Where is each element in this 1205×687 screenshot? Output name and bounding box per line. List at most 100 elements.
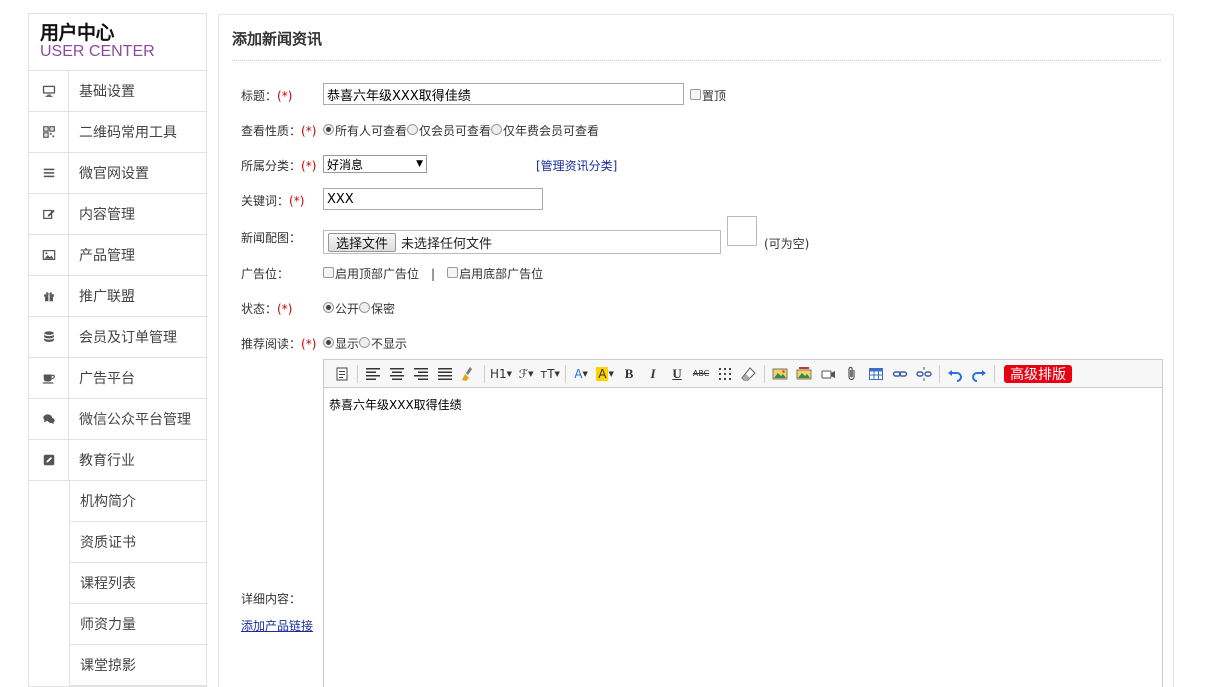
recommend-radio-group: 显示 不显示 bbox=[323, 335, 407, 352]
gift-icon bbox=[29, 276, 69, 316]
recommend-radio-hide[interactable] bbox=[359, 337, 371, 348]
choose-file-button[interactable]: 选择文件 bbox=[328, 232, 397, 252]
toolbar-separator bbox=[484, 364, 485, 383]
align-right-icon[interactable] bbox=[411, 364, 431, 384]
sidebar: 用户中心 USER CENTER 基础设置 二维码常用工具 微官网设置 内容管理… bbox=[28, 13, 207, 687]
submenu-item-course-list[interactable]: 课程列表 bbox=[70, 563, 206, 604]
visibility-radio-group: 所有人可查看 仅会员可查看 仅年费会员可查看 bbox=[323, 122, 599, 139]
status-option-label: 保密 bbox=[371, 302, 396, 316]
sidebar-item-content-manage[interactable]: 内容管理 bbox=[29, 194, 206, 235]
redo-icon[interactable] bbox=[969, 364, 989, 384]
visibility-radio-all[interactable] bbox=[323, 124, 334, 135]
insert-video-icon[interactable] bbox=[818, 364, 838, 384]
align-left-icon[interactable] bbox=[363, 364, 383, 384]
dropdown-arrow-icon: ▼ bbox=[528, 369, 534, 378]
image-label-wrap: 新闻配图： bbox=[241, 229, 301, 246]
insert-image-icon[interactable] bbox=[770, 364, 790, 384]
category-select[interactable]: 好消息 ▼ bbox=[323, 155, 427, 173]
insert-table-icon[interactable] bbox=[866, 364, 886, 384]
visibility-radio-annual[interactable] bbox=[491, 124, 503, 135]
attachment-icon[interactable] bbox=[842, 364, 862, 384]
main-panel: 添加新闻资讯 标题：(*) 恭喜六年级XXX取得佳绩 置顶 查看性质：(*) 所… bbox=[218, 14, 1174, 687]
eraser-icon[interactable] bbox=[739, 364, 759, 384]
pencil-square-icon bbox=[29, 440, 69, 480]
sidebar-item-label: 微官网设置 bbox=[79, 166, 149, 182]
strikethrough-button[interactable]: ABC bbox=[691, 364, 711, 384]
required-mark: (*) bbox=[301, 124, 317, 138]
dropdown-arrow-icon: ▼ bbox=[416, 159, 423, 169]
pin-checkbox-wrap: 置顶 bbox=[690, 87, 726, 104]
editor-content-area[interactable]: 恭喜六年级XXX取得佳绩 bbox=[324, 388, 1162, 421]
insert-multi-image-icon[interactable] bbox=[794, 364, 814, 384]
status-radio-group: 公开 保密 bbox=[323, 300, 395, 317]
italic-button[interactable]: I bbox=[643, 364, 663, 384]
required-mark: (*) bbox=[289, 194, 305, 208]
link-icon[interactable] bbox=[890, 364, 910, 384]
heading-label: H1 bbox=[490, 366, 507, 381]
font-size-button[interactable]: тT ▼ bbox=[540, 364, 560, 384]
sidebar-item-wechat-platform[interactable]: 微信公众平台管理 bbox=[29, 399, 206, 440]
bg-color-button[interactable]: A ▼ bbox=[595, 364, 615, 384]
rich-text-editor: H1 ▼ ℱ ▼ тT ▼ A ▼ A ▼ B I U ABC 高级排版 恭喜六… bbox=[323, 359, 1163, 687]
category-label-wrap: 所属分类：(*) bbox=[241, 157, 316, 174]
submenu-item-institution-intro[interactable]: 机构简介 bbox=[70, 481, 206, 522]
ad-top-label: 启用顶部广告位 bbox=[335, 267, 420, 281]
sidebar-item-qrcode-tools[interactable]: 二维码常用工具 bbox=[29, 112, 206, 153]
sidebar-item-product-manage[interactable]: 产品管理 bbox=[29, 235, 206, 276]
align-center-icon[interactable] bbox=[387, 364, 407, 384]
unlink-icon[interactable] bbox=[914, 364, 934, 384]
keywords-label-wrap: 关键词：(*) bbox=[241, 192, 304, 209]
font-color-button[interactable]: A ▼ bbox=[571, 364, 591, 384]
advanced-layout-button[interactable]: 高级排版 bbox=[1004, 364, 1073, 383]
align-justify-icon[interactable] bbox=[435, 364, 455, 384]
sidebar-item-member-orders[interactable]: 会员及订单管理 bbox=[29, 317, 206, 358]
sidebar-item-micro-site[interactable]: 微官网设置 bbox=[29, 153, 206, 194]
keywords-input[interactable]: XXX bbox=[323, 188, 543, 210]
sidebar-item-label: 教育行业 bbox=[79, 453, 135, 469]
title-divider bbox=[232, 60, 1161, 61]
font-family-button[interactable]: ℱ ▼ bbox=[516, 364, 536, 384]
image-file-input[interactable]: 选择文件 未选择任何文件 bbox=[323, 230, 721, 254]
status-radio-public[interactable] bbox=[323, 302, 334, 313]
visibility-option-label: 仅会员可查看 bbox=[419, 124, 492, 138]
heading-button[interactable]: H1 ▼ bbox=[490, 364, 512, 384]
sidebar-item-education[interactable]: 教育行业 bbox=[29, 440, 206, 481]
sidebar-item-label: 会员及订单管理 bbox=[79, 330, 177, 346]
add-product-link[interactable]: 添加产品链接 bbox=[241, 619, 313, 633]
submenu-item-classroom-photos[interactable]: 课堂掠影 bbox=[70, 645, 206, 686]
pin-checkbox[interactable] bbox=[690, 89, 701, 100]
comments-icon bbox=[29, 399, 69, 439]
recommend-radio-show[interactable] bbox=[323, 337, 334, 348]
sidebar-item-ad-platform[interactable]: 广告平台 bbox=[29, 358, 206, 399]
table-grid-icon[interactable] bbox=[715, 364, 735, 384]
recommend-option-label: 显示 bbox=[335, 337, 360, 351]
required-mark: (*) bbox=[277, 302, 293, 316]
bg-color-label: A bbox=[596, 366, 609, 381]
status-radio-private[interactable] bbox=[359, 302, 371, 313]
bold-button[interactable]: B bbox=[619, 364, 639, 384]
ad-bottom-checkbox[interactable] bbox=[447, 267, 459, 278]
education-submenu: 机构简介 资质证书 课程列表 师资力量 课堂掠影 bbox=[69, 481, 206, 686]
image-label: 新闻配图： bbox=[241, 231, 302, 245]
underline-button[interactable]: U bbox=[667, 364, 687, 384]
category-selected-value: 好消息 bbox=[327, 157, 364, 172]
toolbar-separator bbox=[565, 364, 567, 383]
manage-category-link[interactable]: [管理资讯分类] bbox=[536, 157, 617, 174]
visibility-radio-members[interactable] bbox=[407, 124, 419, 135]
visibility-option-label: 所有人可查看 bbox=[335, 124, 408, 138]
required-mark: (*) bbox=[301, 337, 317, 351]
required-mark: (*) bbox=[277, 89, 293, 103]
source-code-icon[interactable] bbox=[332, 364, 352, 384]
recommend-label: 推荐阅读： bbox=[241, 337, 302, 351]
picture-icon bbox=[29, 235, 69, 275]
logo-cn: 用户中心 bbox=[40, 22, 115, 44]
undo-icon[interactable] bbox=[945, 364, 965, 384]
title-input[interactable]: 恭喜六年级XXX取得佳绩 bbox=[323, 83, 684, 105]
submenu-item-certificates[interactable]: 资质证书 bbox=[70, 522, 206, 563]
submenu-item-teachers[interactable]: 师资力量 bbox=[70, 604, 206, 645]
sidebar-item-basic-settings[interactable]: 基础设置 bbox=[29, 71, 206, 112]
ad-top-checkbox[interactable] bbox=[323, 267, 334, 278]
format-brush-icon[interactable] bbox=[459, 364, 479, 384]
sidebar-item-label: 二维码常用工具 bbox=[79, 125, 177, 141]
sidebar-item-promotion[interactable]: 推广联盟 bbox=[29, 276, 206, 317]
